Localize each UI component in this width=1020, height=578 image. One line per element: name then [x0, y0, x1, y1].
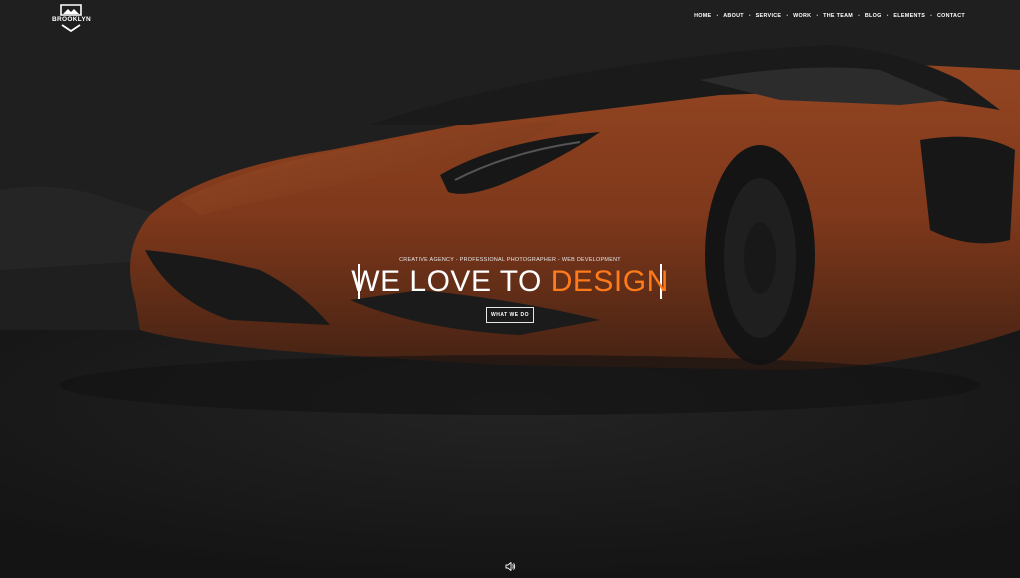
nav-item-work[interactable]: WORK	[793, 13, 811, 19]
sound-toggle-button[interactable]	[505, 559, 516, 571]
headline-accent: DESIGN	[550, 264, 669, 298]
headline-prefix: WE LOVE TO	[351, 264, 542, 298]
brand-name: BROOKLYN	[52, 16, 91, 23]
hero-headline-frame: WE LOVE TO DESIGN	[351, 264, 668, 299]
nav-item-service[interactable]: SERVICE	[756, 13, 782, 19]
nav-item-contact[interactable]: CONTACT	[937, 13, 965, 19]
hero-tagline: CREATIVE AGENCY - PROFESSIONAL PHOTOGRAP…	[399, 257, 621, 263]
nav-item-elements[interactable]: ELEMENTS	[893, 13, 925, 19]
nav-separator: •	[748, 13, 751, 19]
hero-headline: WE LOVE TO DESIGN	[351, 265, 669, 299]
what-we-do-button[interactable]: WHAT WE DO	[486, 307, 534, 323]
nav-separator: •	[716, 13, 719, 19]
main-navigation: HOME • ABOUT • SERVICE • WORK • THE TEAM…	[694, 13, 965, 19]
nav-item-home[interactable]: HOME	[694, 13, 711, 19]
speaker-icon	[505, 562, 516, 571]
nav-separator: •	[858, 13, 860, 19]
nav-separator: •	[886, 13, 889, 19]
nav-item-about[interactable]: ABOUT	[723, 13, 744, 19]
nav-separator: •	[786, 13, 789, 19]
nav-item-the-team[interactable]: THE TEAM	[823, 13, 853, 19]
nav-item-blog[interactable]: BLOG	[865, 13, 882, 19]
brand-logo[interactable]: BROOKLYN	[52, 4, 91, 32]
nav-separator: •	[930, 13, 932, 19]
nav-separator: •	[816, 13, 819, 19]
